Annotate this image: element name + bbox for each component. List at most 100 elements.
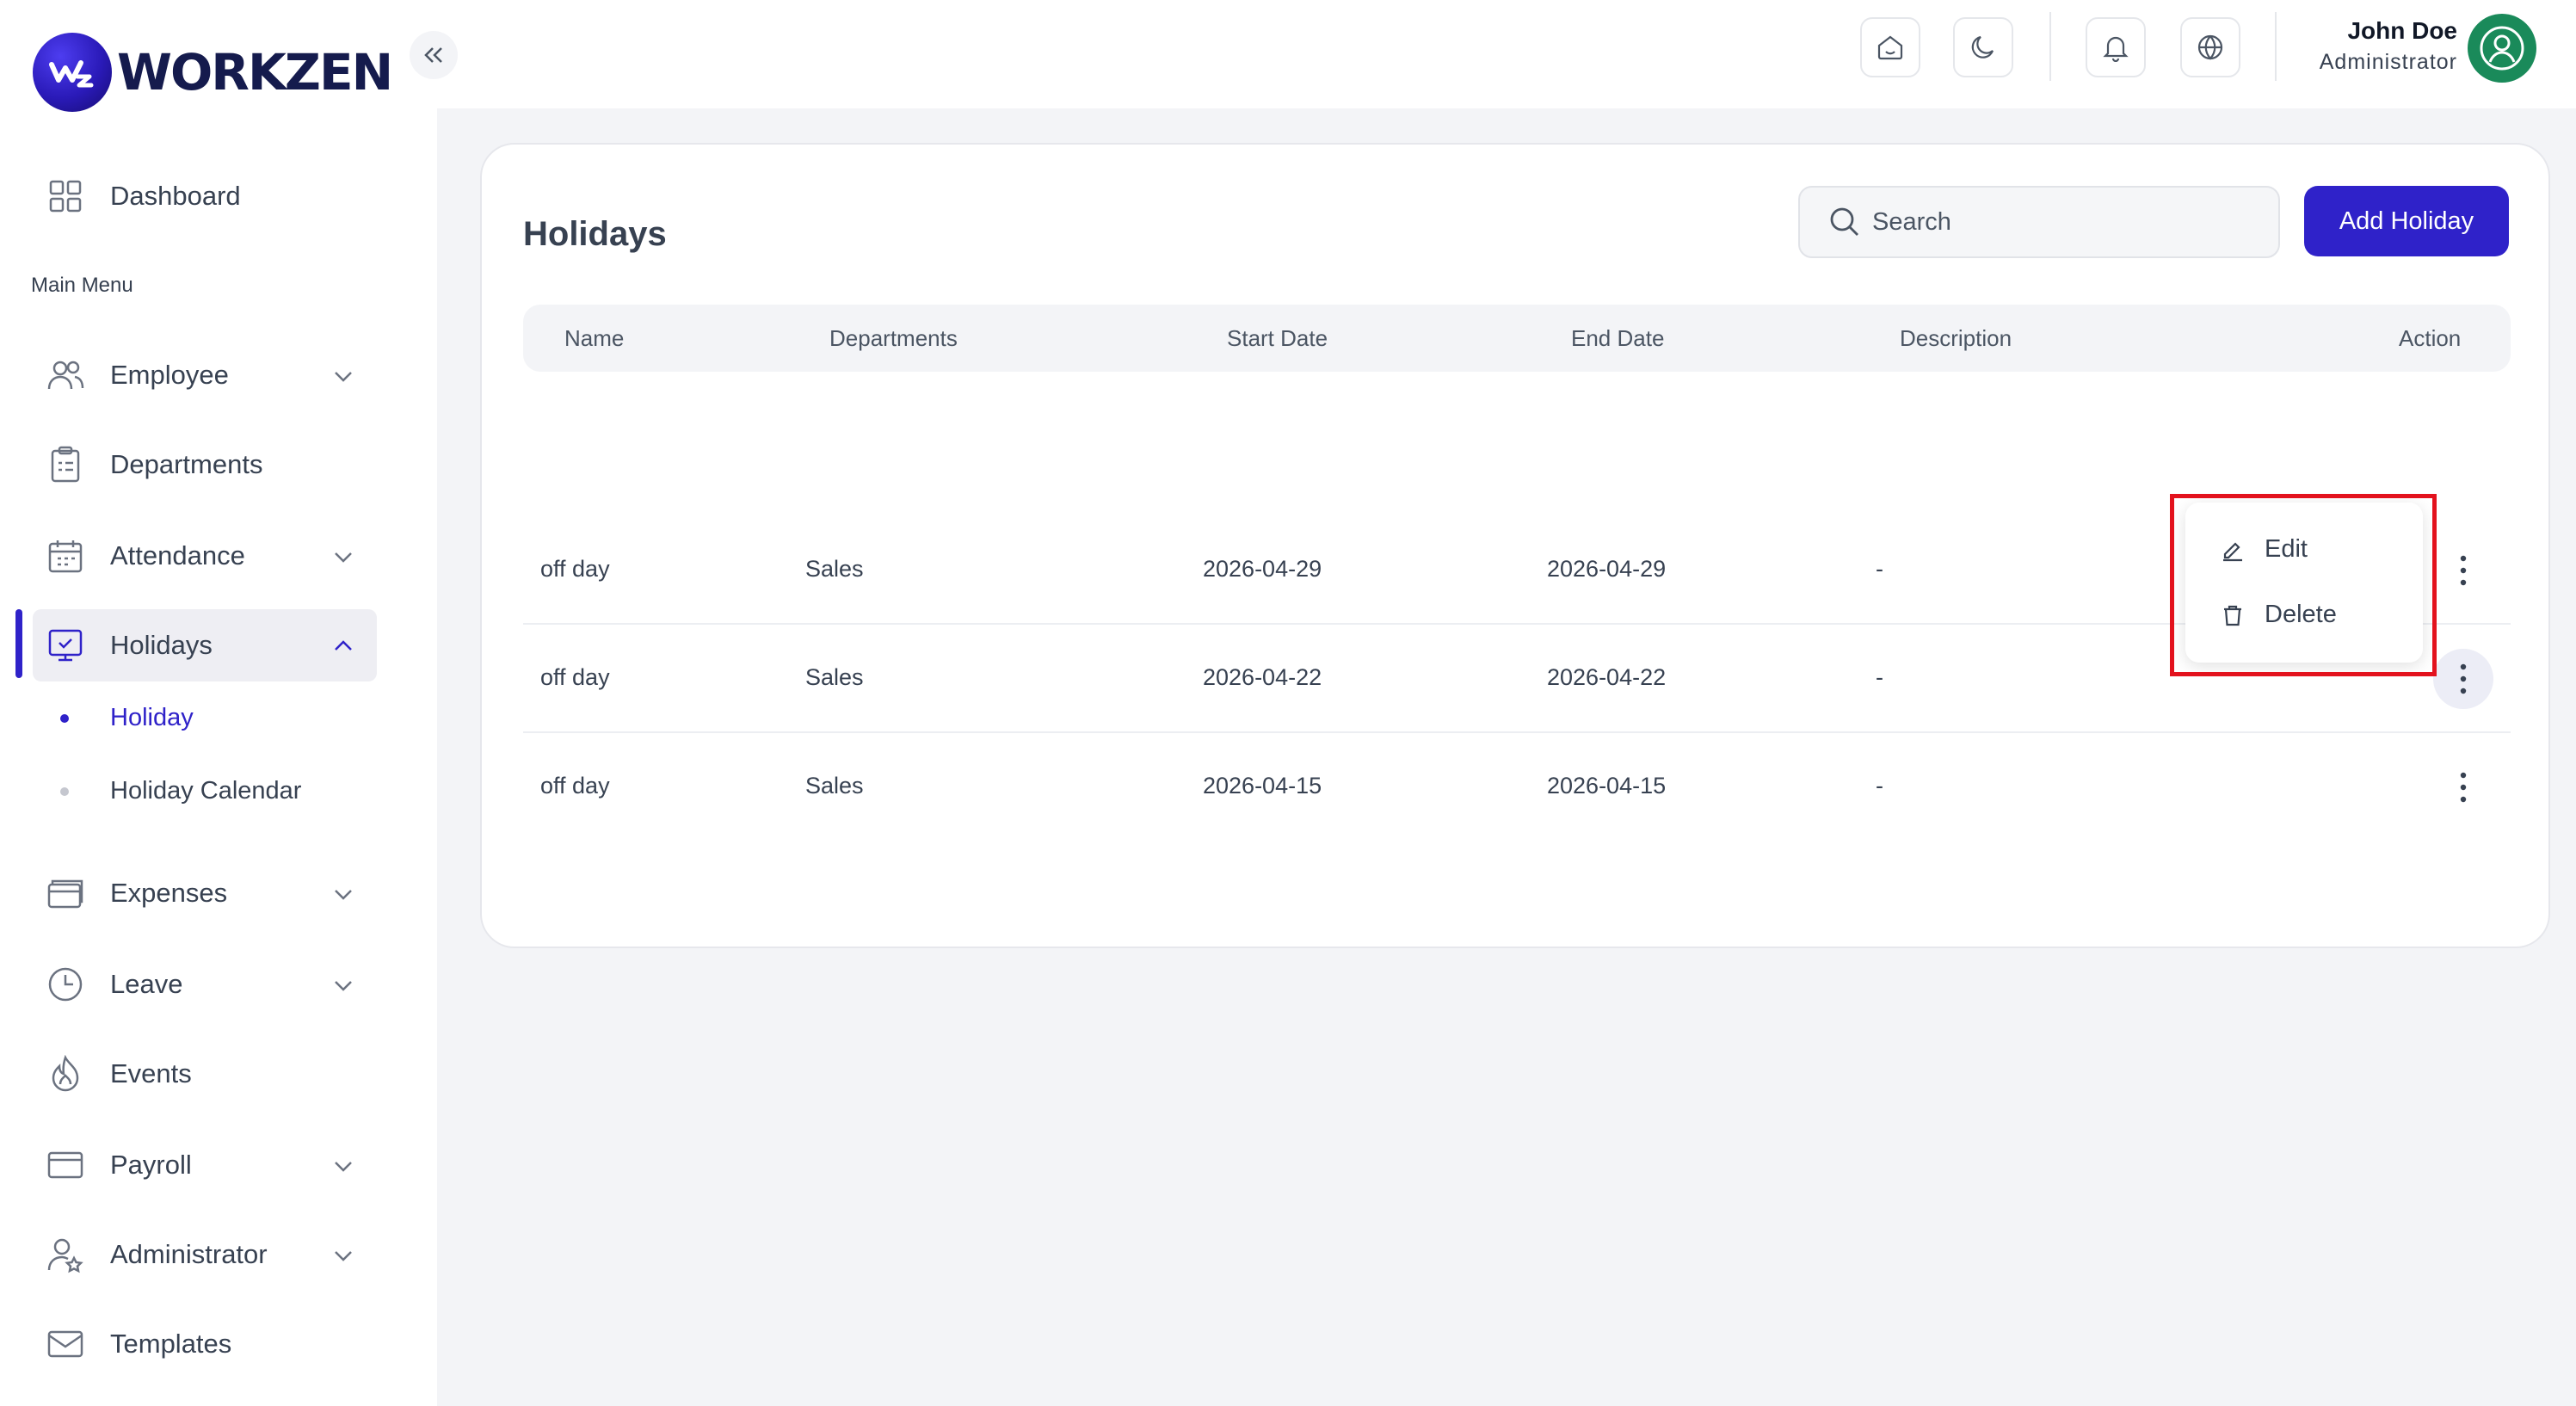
home-button[interactable] <box>1860 17 1920 77</box>
cell-name: off day <box>540 556 610 582</box>
more-vertical-icon <box>2460 555 2467 586</box>
cell-name: off day <box>540 773 610 799</box>
more-vertical-icon <box>2460 772 2467 803</box>
sidebar-item-label: Events <box>110 1058 192 1088</box>
sidebar-item-templates[interactable]: Templates <box>33 1308 377 1380</box>
notifications-button[interactable] <box>2086 17 2146 77</box>
chevron-down-icon <box>335 890 352 900</box>
cell-department: Sales <box>805 556 864 582</box>
chevron-down-icon <box>335 372 352 382</box>
dashboard-grid-icon <box>43 174 88 219</box>
menu-item-label: Edit <box>2265 535 2308 563</box>
cell-description: - <box>1876 556 1883 582</box>
sidebar-subitem-holiday[interactable]: Holiday <box>60 704 194 732</box>
sidebar-item-label: Templates <box>110 1329 232 1359</box>
sidebar-item-events[interactable]: Events <box>33 1038 377 1110</box>
collapse-sidebar-button[interactable] <box>410 31 458 79</box>
table-header: Name Departments Start Date End Date Des… <box>523 305 2511 372</box>
bullet-dot <box>60 713 69 723</box>
user-circle-icon <box>2480 26 2524 71</box>
column-header-description: Description <box>1900 325 2012 351</box>
search-input[interactable] <box>1872 207 2268 237</box>
trash-icon <box>2224 605 2241 626</box>
add-holiday-button[interactable]: Add Holiday <box>2304 186 2509 256</box>
sidebar-item-label: Employee <box>110 360 229 390</box>
cell-end-date: 2026-04-29 <box>1547 556 1667 582</box>
menu-item-label: Delete <box>2265 601 2337 628</box>
credit-card-icon <box>43 1143 88 1187</box>
logo-mark-icon <box>33 33 112 112</box>
globe-icon <box>2197 34 2223 60</box>
cell-start-date: 2026-04-22 <box>1203 664 1322 690</box>
chevron-down-icon <box>335 1251 352 1261</box>
column-header-departments: Departments <box>829 325 958 351</box>
sidebar-item-label: Payroll <box>110 1150 192 1180</box>
header-divider <box>2275 12 2277 81</box>
header-divider <box>2049 12 2051 81</box>
row-actions-button[interactable] <box>2433 540 2493 601</box>
section-label-main-menu: Main Menu <box>31 274 133 297</box>
bell-icon <box>2103 36 2129 62</box>
wallet-icon <box>43 871 88 916</box>
column-header-end-date: End Date <box>1571 325 1665 351</box>
column-header-action: Action <box>2399 325 2462 351</box>
search-box[interactable] <box>1798 186 2280 258</box>
sidebar-item-dashboard[interactable]: Dashboard <box>33 160 377 232</box>
menu-item-edit[interactable]: Edit <box>2220 535 2308 564</box>
sidebar-item-leave[interactable]: Leave <box>33 948 377 1021</box>
dark-mode-toggle[interactable] <box>1953 17 2013 77</box>
sidebar-item-departments[interactable]: Departments <box>33 429 377 501</box>
cell-department: Sales <box>805 664 864 690</box>
more-vertical-icon <box>2460 663 2467 694</box>
monitor-check-icon <box>43 623 88 668</box>
cell-description: - <box>1876 773 1883 799</box>
sidebar-subitem-label: Holiday <box>110 704 194 731</box>
sidebar-item-employee[interactable]: Employee <box>33 339 377 411</box>
column-header-start-date: Start Date <box>1227 325 1328 351</box>
cell-start-date: 2026-04-15 <box>1203 773 1322 799</box>
cell-name: off day <box>540 664 610 690</box>
flame-icon <box>43 1051 88 1096</box>
cell-end-date: 2026-04-15 <box>1547 773 1667 799</box>
bullet-dot <box>60 786 69 796</box>
sidebar-item-label: Departments <box>110 449 263 479</box>
row-action-menu: Edit Delete <box>2185 503 2423 663</box>
avatar[interactable] <box>2468 14 2536 83</box>
cell-end-date: 2026-04-22 <box>1547 664 1667 690</box>
sidebar-item-label: Administrator <box>110 1239 268 1269</box>
column-header-name: Name <box>564 325 625 351</box>
sidebar-item-holidays[interactable]: Holidays <box>33 609 377 681</box>
cell-description: - <box>1876 664 1883 690</box>
cell-start-date: 2026-04-29 <box>1203 556 1322 582</box>
chevrons-left-icon <box>424 47 442 63</box>
user-role: Administrator <box>2319 50 2457 74</box>
sidebar-item-payroll[interactable]: Payroll <box>33 1129 377 1201</box>
home-icon <box>1877 35 1903 60</box>
menu-item-delete[interactable]: Delete <box>2220 601 2337 629</box>
moon-icon <box>1971 35 1994 59</box>
chevron-down-icon <box>335 552 352 563</box>
chevron-up-icon <box>335 640 352 651</box>
sidebar-item-expenses[interactable]: Expenses <box>33 857 377 929</box>
brand-name: WORKZEN <box>117 43 393 102</box>
page-title: Holidays <box>523 215 667 253</box>
mail-icon <box>43 1322 88 1366</box>
sidebar-subitem-label: Holiday Calendar <box>110 777 302 805</box>
workzen-logo[interactable]: WORKZEN <box>33 33 393 112</box>
users-icon <box>43 353 88 398</box>
sidebar-item-label: Expenses <box>110 878 228 908</box>
chevron-down-icon <box>335 981 352 991</box>
user-star-icon <box>43 1232 88 1277</box>
row-actions-button[interactable] <box>2433 757 2493 817</box>
clock-icon <box>43 962 88 1007</box>
sidebar-item-attendance[interactable]: Attendance <box>33 520 377 592</box>
table-row: off day Sales 2026-04-15 2026-04-15 - <box>523 733 2511 842</box>
row-actions-button[interactable] <box>2433 649 2493 709</box>
language-button[interactable] <box>2180 17 2240 77</box>
sidebar-item-administrator[interactable]: Administrator <box>33 1218 377 1291</box>
cell-department: Sales <box>805 773 864 799</box>
sidebar-item-label: Leave <box>110 969 183 999</box>
sidebar: WORKZEN Dashboard Main Menu Employee Dep… <box>0 0 437 1406</box>
sidebar-subitem-holiday-calendar[interactable]: Holiday Calendar <box>60 777 301 805</box>
top-header: John Doe Administrator <box>437 0 2576 108</box>
